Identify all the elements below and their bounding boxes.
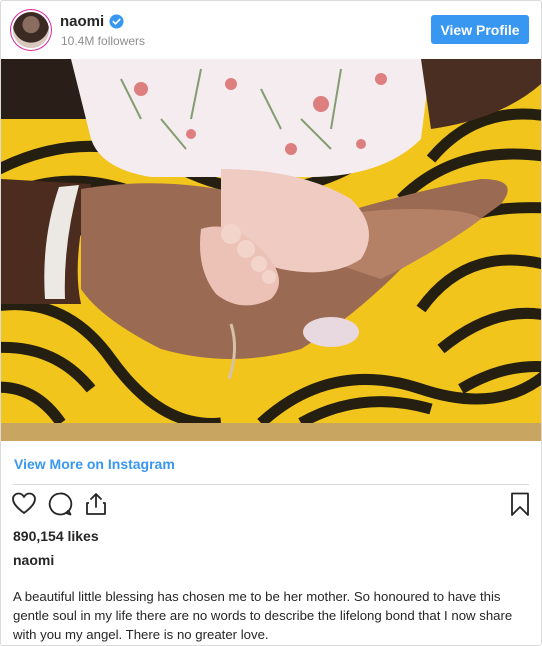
divider [13,484,529,485]
avatar[interactable] [13,12,49,48]
user-row: naomi [60,13,124,30]
username[interactable]: naomi [60,13,104,30]
caption-text: A beautiful little blessing has chosen m… [13,589,513,642]
post-image[interactable] [1,59,541,441]
action-bar [1,491,541,521]
comment-icon[interactable] [47,491,73,517]
like-count[interactable]: 890,154 likes [13,528,99,544]
caption-username[interactable]: naomi [13,552,54,568]
view-profile-button[interactable]: View Profile [431,15,529,44]
verified-badge-icon [109,14,124,29]
bookmark-icon[interactable] [507,491,533,517]
view-more-link[interactable]: View More on Instagram [14,456,175,472]
instagram-embed-card: naomi 10.4M followers View Profile View … [0,0,542,646]
follower-count: 10.4M followers [61,34,146,48]
post-photo [1,59,541,423]
post-header: naomi 10.4M followers View Profile [1,1,541,59]
share-icon[interactable] [83,491,109,517]
heart-icon[interactable] [11,491,37,517]
